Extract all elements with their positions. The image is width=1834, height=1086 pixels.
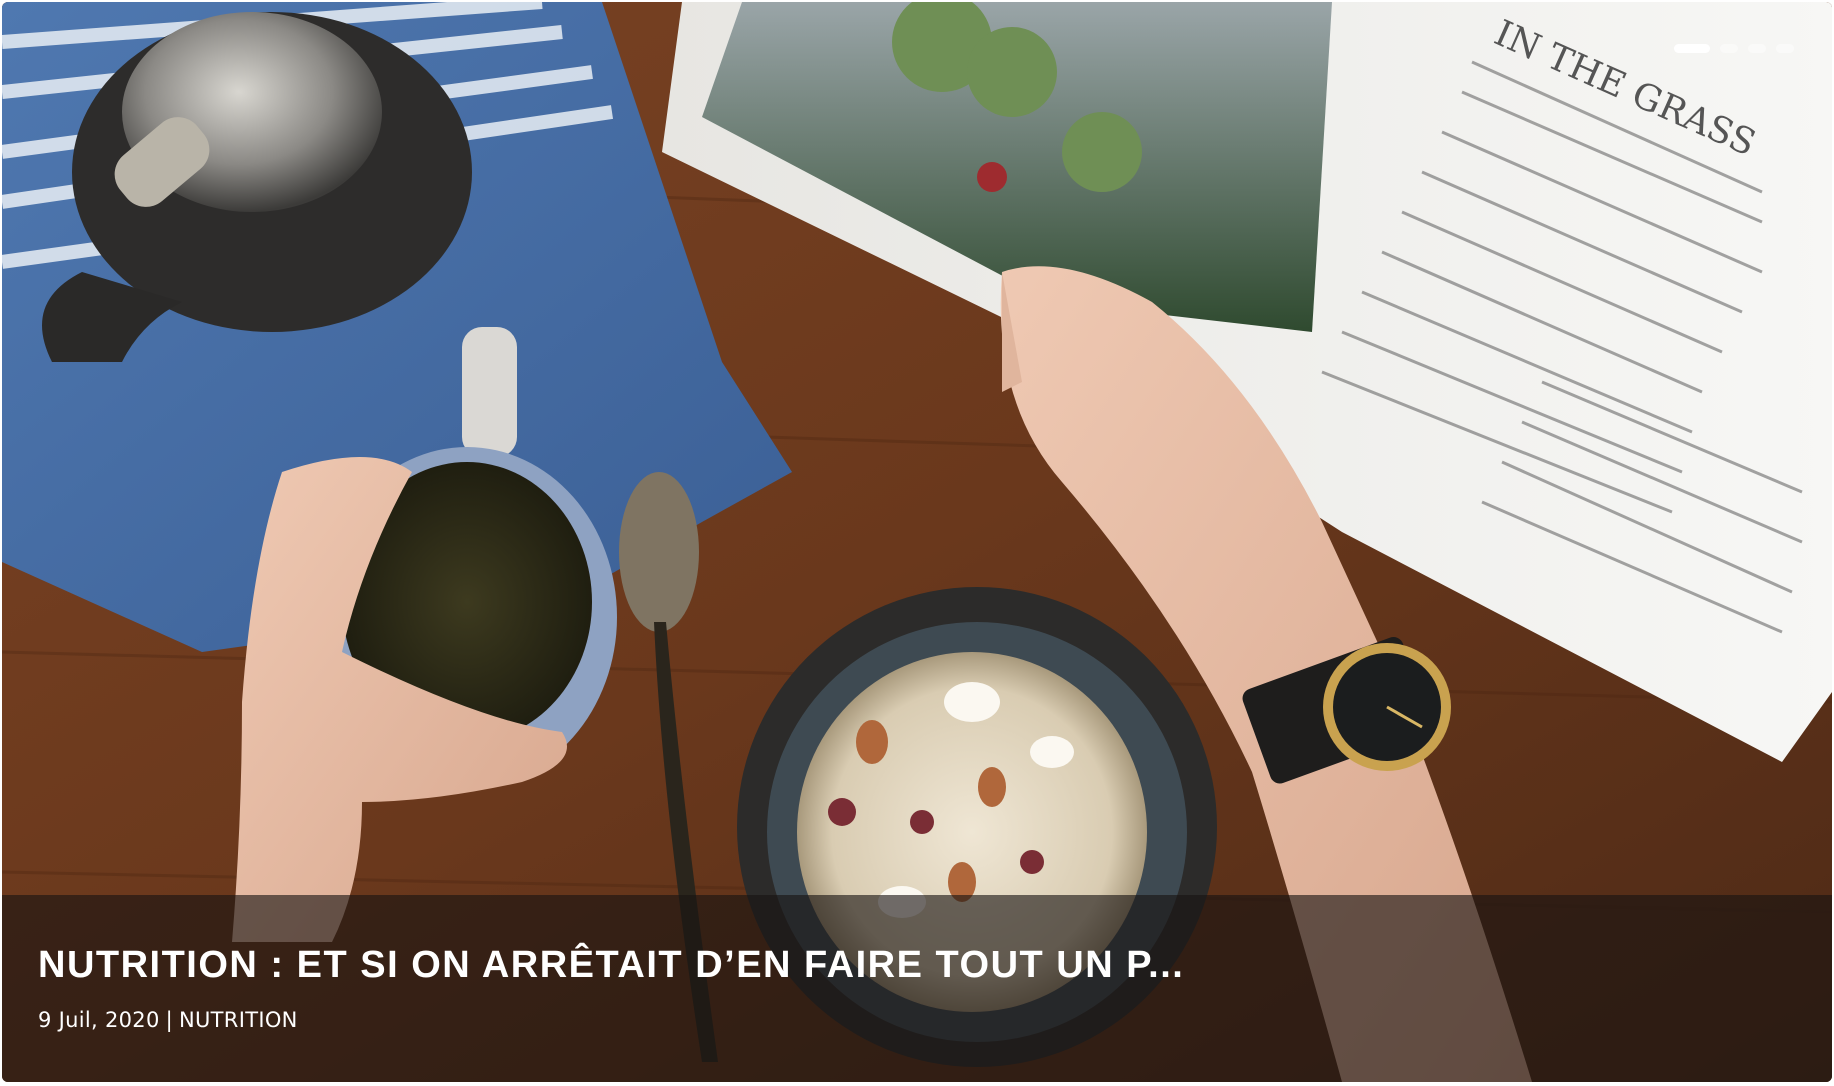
- slide-dot-3[interactable]: [1748, 44, 1766, 53]
- slide-dot-1[interactable]: [1674, 44, 1710, 53]
- post-meta: 9 Juil, 2020 | NUTRITION: [38, 1008, 298, 1032]
- meta-separator: |: [165, 1008, 173, 1032]
- slide-indicators: [1674, 44, 1794, 53]
- post-date: 9 Juil, 2020: [38, 1008, 160, 1032]
- caption-overlay: [2, 895, 1832, 1082]
- post-category-link[interactable]: NUTRITION: [179, 1008, 298, 1032]
- post-title-link[interactable]: NUTRITION : ET SI ON ARRÊTAIT D’EN FAIRE…: [38, 944, 1184, 987]
- slide-dot-4[interactable]: [1776, 44, 1794, 53]
- featured-post-slider[interactable]: IN THE GRASS NUTRITION: ET SI ON ARRÊTA…: [2, 2, 1832, 1082]
- slide-dot-2[interactable]: [1720, 44, 1738, 53]
